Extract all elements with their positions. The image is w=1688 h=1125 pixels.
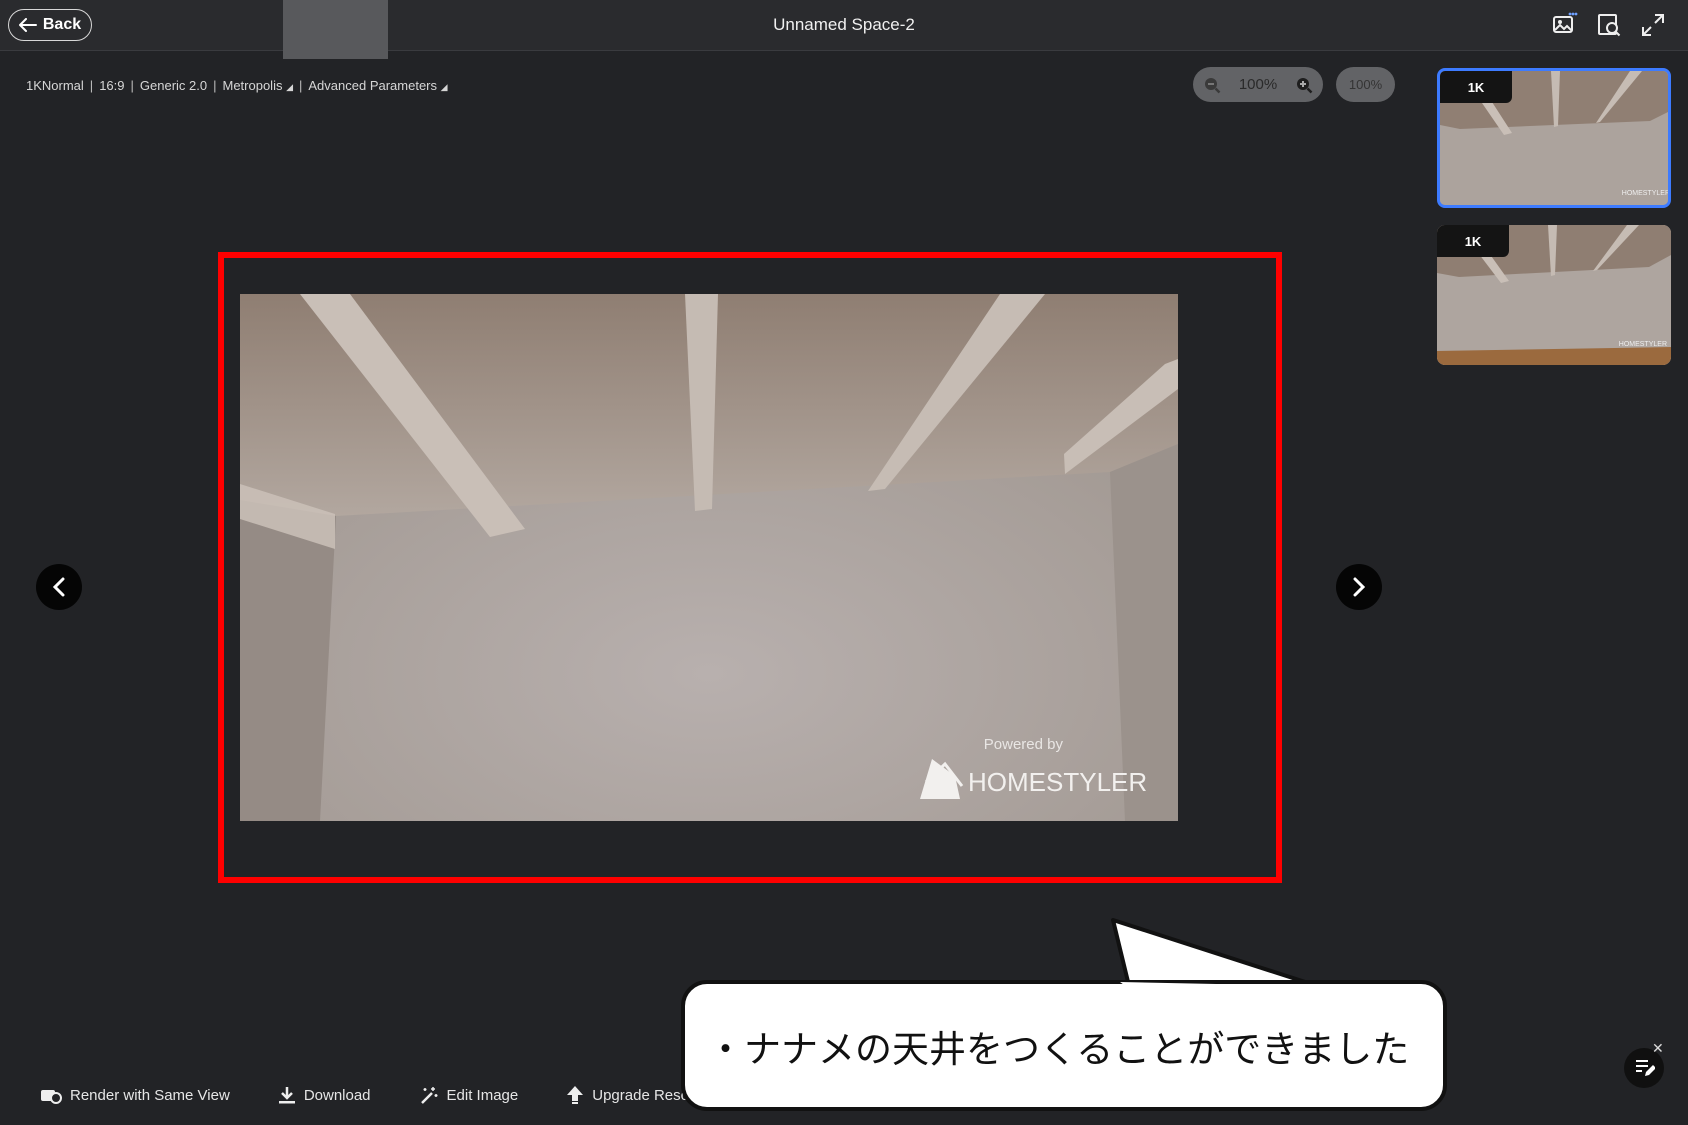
chevron-left-icon	[52, 577, 65, 597]
prev-image-button[interactable]	[36, 564, 82, 610]
render-preview-image[interactable]: Powered by HOMESTYLER	[240, 294, 1178, 821]
magic-wand-icon	[420, 1087, 438, 1104]
preview-search-icon[interactable]	[1596, 12, 1622, 38]
download-button[interactable]: Download	[278, 1085, 371, 1105]
svg-text:HOMESTYLER: HOMESTYLER	[1619, 341, 1667, 348]
page-title: Unnamed Space-2	[773, 15, 915, 34]
zoom-reset-button[interactable]: 100%	[1336, 67, 1395, 102]
param-engine: Generic 2.0	[139, 78, 208, 93]
thumbnail-2[interactable]: HOMESTYLER 1K	[1437, 225, 1671, 365]
bottom-toolbar: Render with Same View Download Edit Imag…	[40, 1085, 689, 1105]
upload-arrow-icon	[567, 1086, 584, 1104]
zoom-control: 100%	[1193, 67, 1323, 102]
param-quality: 1KNormal	[26, 78, 84, 93]
top-bar: Back Unnamed Space-2	[0, 0, 1688, 59]
callout-text: ・ナナメの天井をつくることができました	[707, 1027, 1410, 1071]
render-params: 1KNormal | 16:9 | Generic 2.0 | Metropol…	[26, 78, 448, 93]
image-gallery-icon[interactable]	[1552, 12, 1578, 38]
upgrade-resolution-button[interactable]: Upgrade Reso	[566, 1085, 689, 1105]
render-same-view-button[interactable]: Render with Same View	[40, 1085, 230, 1105]
param-style-dropdown[interactable]: Metropolis ◢	[222, 78, 293, 93]
thumb-res-tag: 1K	[1437, 225, 1509, 257]
camera-render-icon	[41, 1090, 62, 1104]
edit-image-button[interactable]: Edit Image	[419, 1085, 518, 1105]
edit-note-icon	[1636, 1060, 1655, 1076]
thumbnail-1[interactable]: HOMESTYLER 1K	[1437, 68, 1671, 208]
advanced-params-dropdown[interactable]: Advanced Parameters ◢	[308, 78, 447, 93]
close-icon[interactable]: ✕	[1652, 1040, 1664, 1057]
chevron-right-icon	[1353, 577, 1366, 597]
thumb-res-tag: 1K	[1440, 71, 1512, 103]
zoom-value: 100%	[1238, 76, 1278, 93]
watermark-brand: HOMESTYLER	[968, 767, 1147, 797]
svg-text:HOMESTYLER: HOMESTYLER	[1622, 190, 1670, 197]
param-ratio: 16:9	[99, 78, 125, 93]
fullscreen-icon[interactable]	[1640, 12, 1666, 38]
next-image-button[interactable]	[1336, 564, 1382, 610]
caret-icon: ◢	[286, 82, 293, 92]
zoom-in-icon[interactable]	[1295, 76, 1313, 94]
caret-icon: ◢	[440, 82, 448, 92]
watermark-powered: Powered by	[984, 736, 1064, 753]
annotation-callout: ・ナナメの天井をつくることができました	[681, 980, 1447, 1111]
zoom-out-icon[interactable]	[1203, 76, 1221, 94]
download-icon	[278, 1087, 295, 1104]
